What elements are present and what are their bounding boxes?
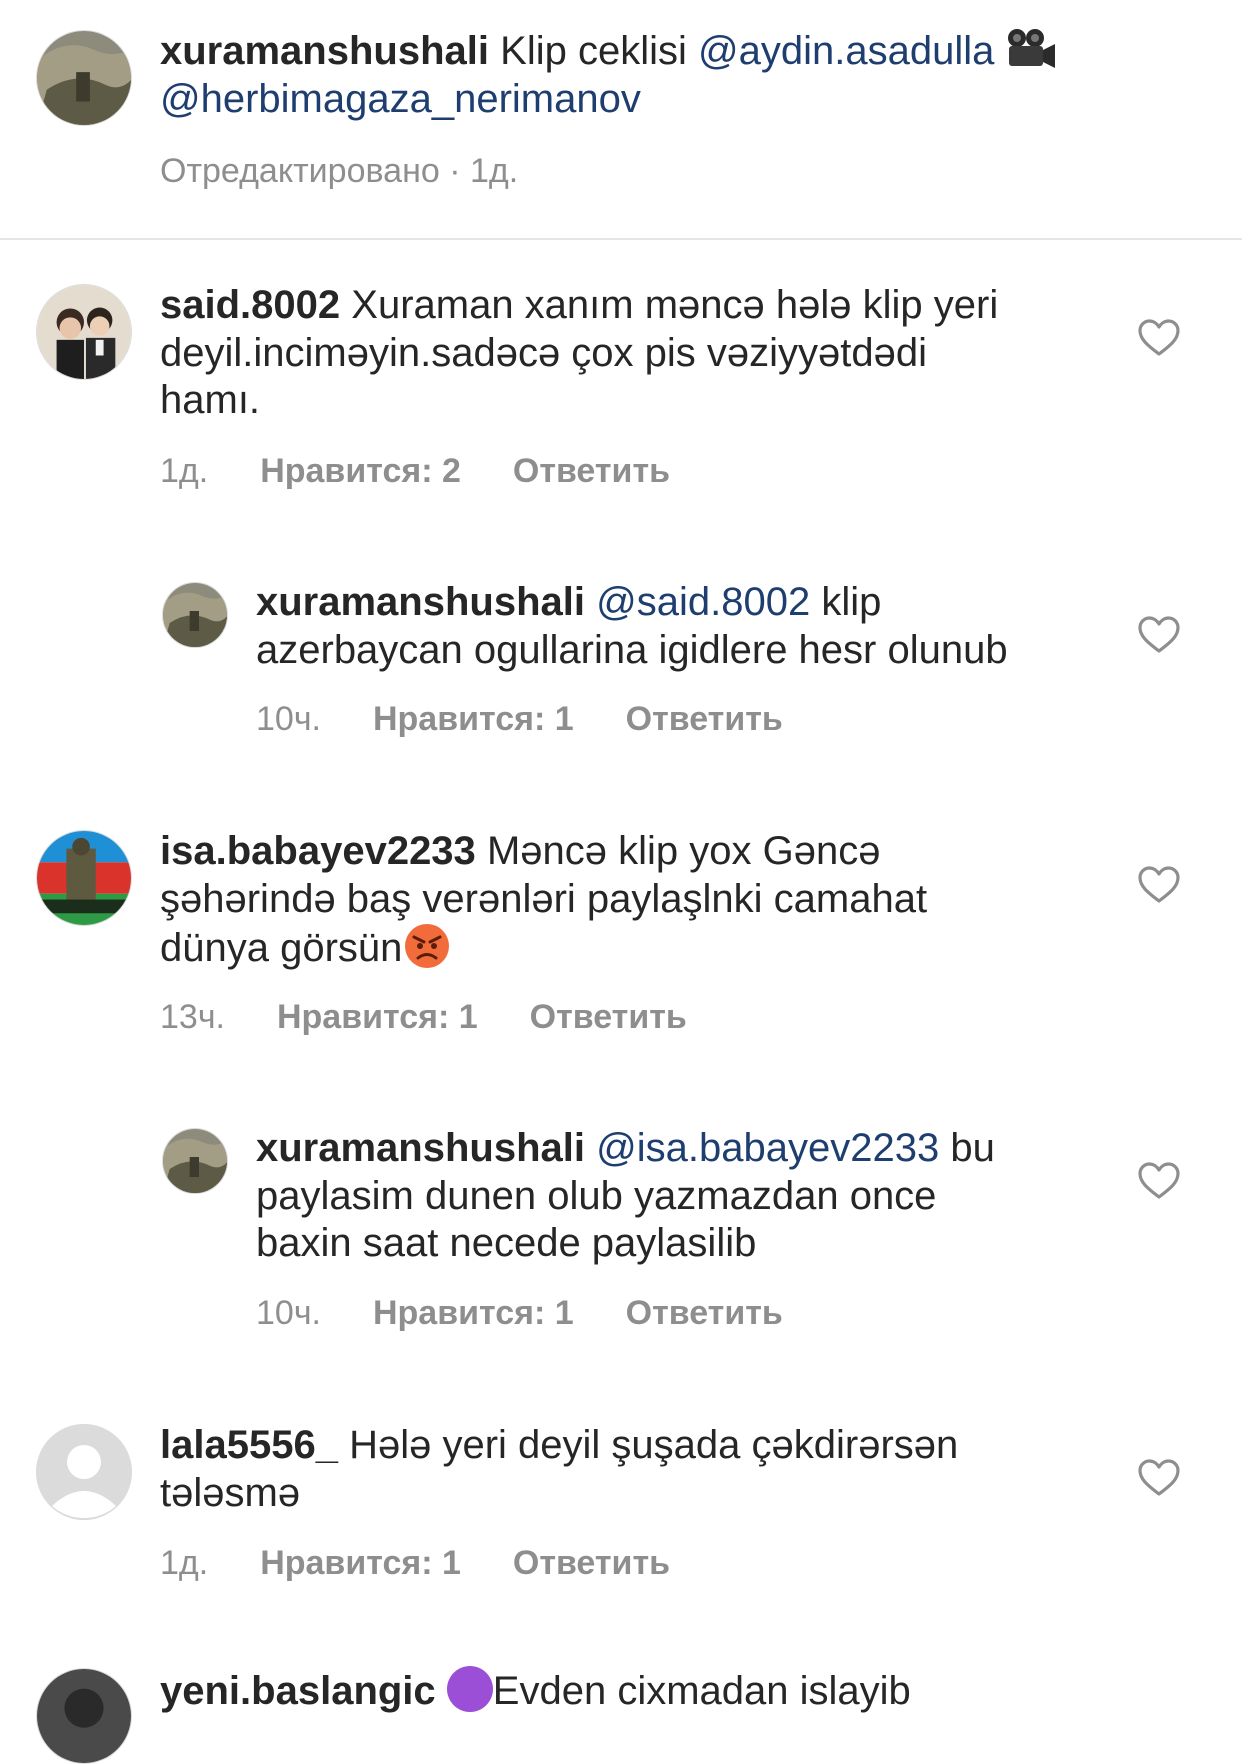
comment-username[interactable]: lala5556_ <box>160 1423 338 1467</box>
comment-time: 13ч. <box>160 998 225 1036</box>
comment-body-line: klip <box>821 580 882 624</box>
caption-meta: Отредактировано · 1д. <box>160 152 519 190</box>
comment-username[interactable]: said.8002 <box>160 283 340 327</box>
comment-body-line: deyil.inciməyin.sadəcə çox pis vəziyyətd… <box>160 330 928 375</box>
comment-text: yeni.baslangic Evden cixmadan islayib <box>160 1666 1100 1716</box>
comment-body-line: dünya görsün <box>160 926 403 970</box>
comment-time: 1д. <box>160 1544 209 1582</box>
comment-body-line: tələsmə <box>160 1470 301 1515</box>
avatar-image <box>37 831 131 925</box>
heart-outline-icon[interactable] <box>1137 318 1181 358</box>
avatar[interactable] <box>36 1668 132 1764</box>
avatar-image <box>37 31 131 125</box>
reply-button[interactable]: Ответить <box>530 998 687 1037</box>
reply-button[interactable]: Ответить <box>626 700 783 739</box>
comment-text: xuramanshushali @isa.babayev2233 bu payl… <box>256 1125 1116 1268</box>
angry-face-emoji <box>404 923 450 969</box>
comment-body-line: paylasim dunen olub yazmazdan once <box>256 1173 937 1218</box>
comment-body-line: şəhərində baş verənləri paylaşlnki camah… <box>160 876 928 921</box>
likes-count-button[interactable]: Нравится: 1 <box>373 700 574 739</box>
avatar[interactable] <box>36 30 132 126</box>
avatar[interactable] <box>162 582 228 648</box>
comment-text: isa.babayev2233 Məncə klip yox Gəncə şəh… <box>160 828 1100 973</box>
comment-body-line: Xuraman xanım məncə hələ klip yeri <box>351 283 999 327</box>
comment-body-line: bu <box>950 1126 995 1170</box>
heart-outline-icon[interactable] <box>1137 1161 1181 1201</box>
comment-time: 10ч. <box>256 1294 321 1332</box>
reply-button[interactable]: Ответить <box>513 452 670 491</box>
heart-outline-icon[interactable] <box>1137 615 1181 655</box>
avatar[interactable] <box>162 1128 228 1194</box>
comment-time: 1д. <box>160 452 209 490</box>
comment-body-line: baxin saat necede paylasilib <box>256 1221 757 1265</box>
comment-meta: 1д. Нравится: 2 Ответить <box>160 452 670 491</box>
comment-meta: 13ч. Нравится: 1 Ответить <box>160 998 687 1037</box>
comment-mention[interactable]: @said.8002 <box>596 580 810 624</box>
comment-username[interactable]: xuramanshushali <box>256 1126 585 1170</box>
comment-body-line: hamı. <box>160 378 261 422</box>
comment-username[interactable]: yeni.baslangic <box>160 1669 436 1713</box>
caption-body: Klip ceklisi <box>500 29 687 73</box>
movie-camera-icon <box>1005 28 1057 72</box>
heart-outline-icon[interactable] <box>1137 1458 1181 1498</box>
avatar-image <box>37 1669 131 1763</box>
likes-count-button[interactable]: Нравится: 1 <box>260 1544 461 1583</box>
likes-count-button[interactable]: Нравится: 1 <box>277 998 478 1037</box>
comment-body-line: Hələ yeri deyil şuşada çəkdirərsən <box>349 1423 959 1467</box>
reply-button[interactable]: Ответить <box>513 1544 670 1583</box>
caption-mention-2[interactable]: @herbimagaza_nerimanov <box>160 77 641 121</box>
avatar-image <box>163 583 227 647</box>
comment-text: lala5556_ Hələ yeri deyil şuşada çəkdirə… <box>160 1422 1100 1517</box>
avatar[interactable] <box>36 284 132 380</box>
post-caption: xuramanshushali Klip ceklisi @aydin.asad… <box>0 0 1242 240</box>
reply-button[interactable]: Ответить <box>626 1294 783 1333</box>
comment-meta: 10ч. Нравится: 1 Ответить <box>256 700 783 739</box>
avatar-placeholder[interactable] <box>36 1424 132 1520</box>
comment-mention[interactable]: @isa.babayev2233 <box>596 1126 939 1170</box>
caption-text: xuramanshushali Klip ceklisi @aydin.asad… <box>160 28 1160 123</box>
comment-meta: 10ч. Нравится: 1 Ответить <box>256 1294 783 1333</box>
comment-text: said.8002 Xuraman xanım məncə hələ klip … <box>160 282 1100 425</box>
caption-mention-1[interactable]: @aydin.asadulla <box>698 29 994 73</box>
comment-time: 10ч. <box>256 700 321 738</box>
default-user-icon <box>36 1424 132 1520</box>
likes-count-button[interactable]: Нравится: 2 <box>260 452 461 491</box>
purple-circle-emoji <box>446 1666 493 1712</box>
comment-username[interactable]: xuramanshushali <box>256 580 585 624</box>
comment-meta: 1д. Нравится: 1 Ответить <box>160 1544 670 1583</box>
avatar[interactable] <box>36 830 132 926</box>
caption-username[interactable]: xuramanshushali <box>160 29 489 73</box>
heart-outline-icon[interactable] <box>1137 865 1181 905</box>
comment-body-line: Evden cixmadan islayib <box>492 1669 911 1713</box>
comment-text: xuramanshushali @said.8002 klip azerbayc… <box>256 579 1116 674</box>
comment-body-line: azerbaycan ogullarina igidlere hesr olun… <box>256 627 1008 672</box>
avatar-image <box>37 285 131 379</box>
likes-count-button[interactable]: Нравится: 1 <box>373 1294 574 1333</box>
avatar-image <box>163 1129 227 1193</box>
comment-body-line: Məncə klip yox Gəncə <box>486 829 881 873</box>
comment-username[interactable]: isa.babayev2233 <box>160 829 476 873</box>
